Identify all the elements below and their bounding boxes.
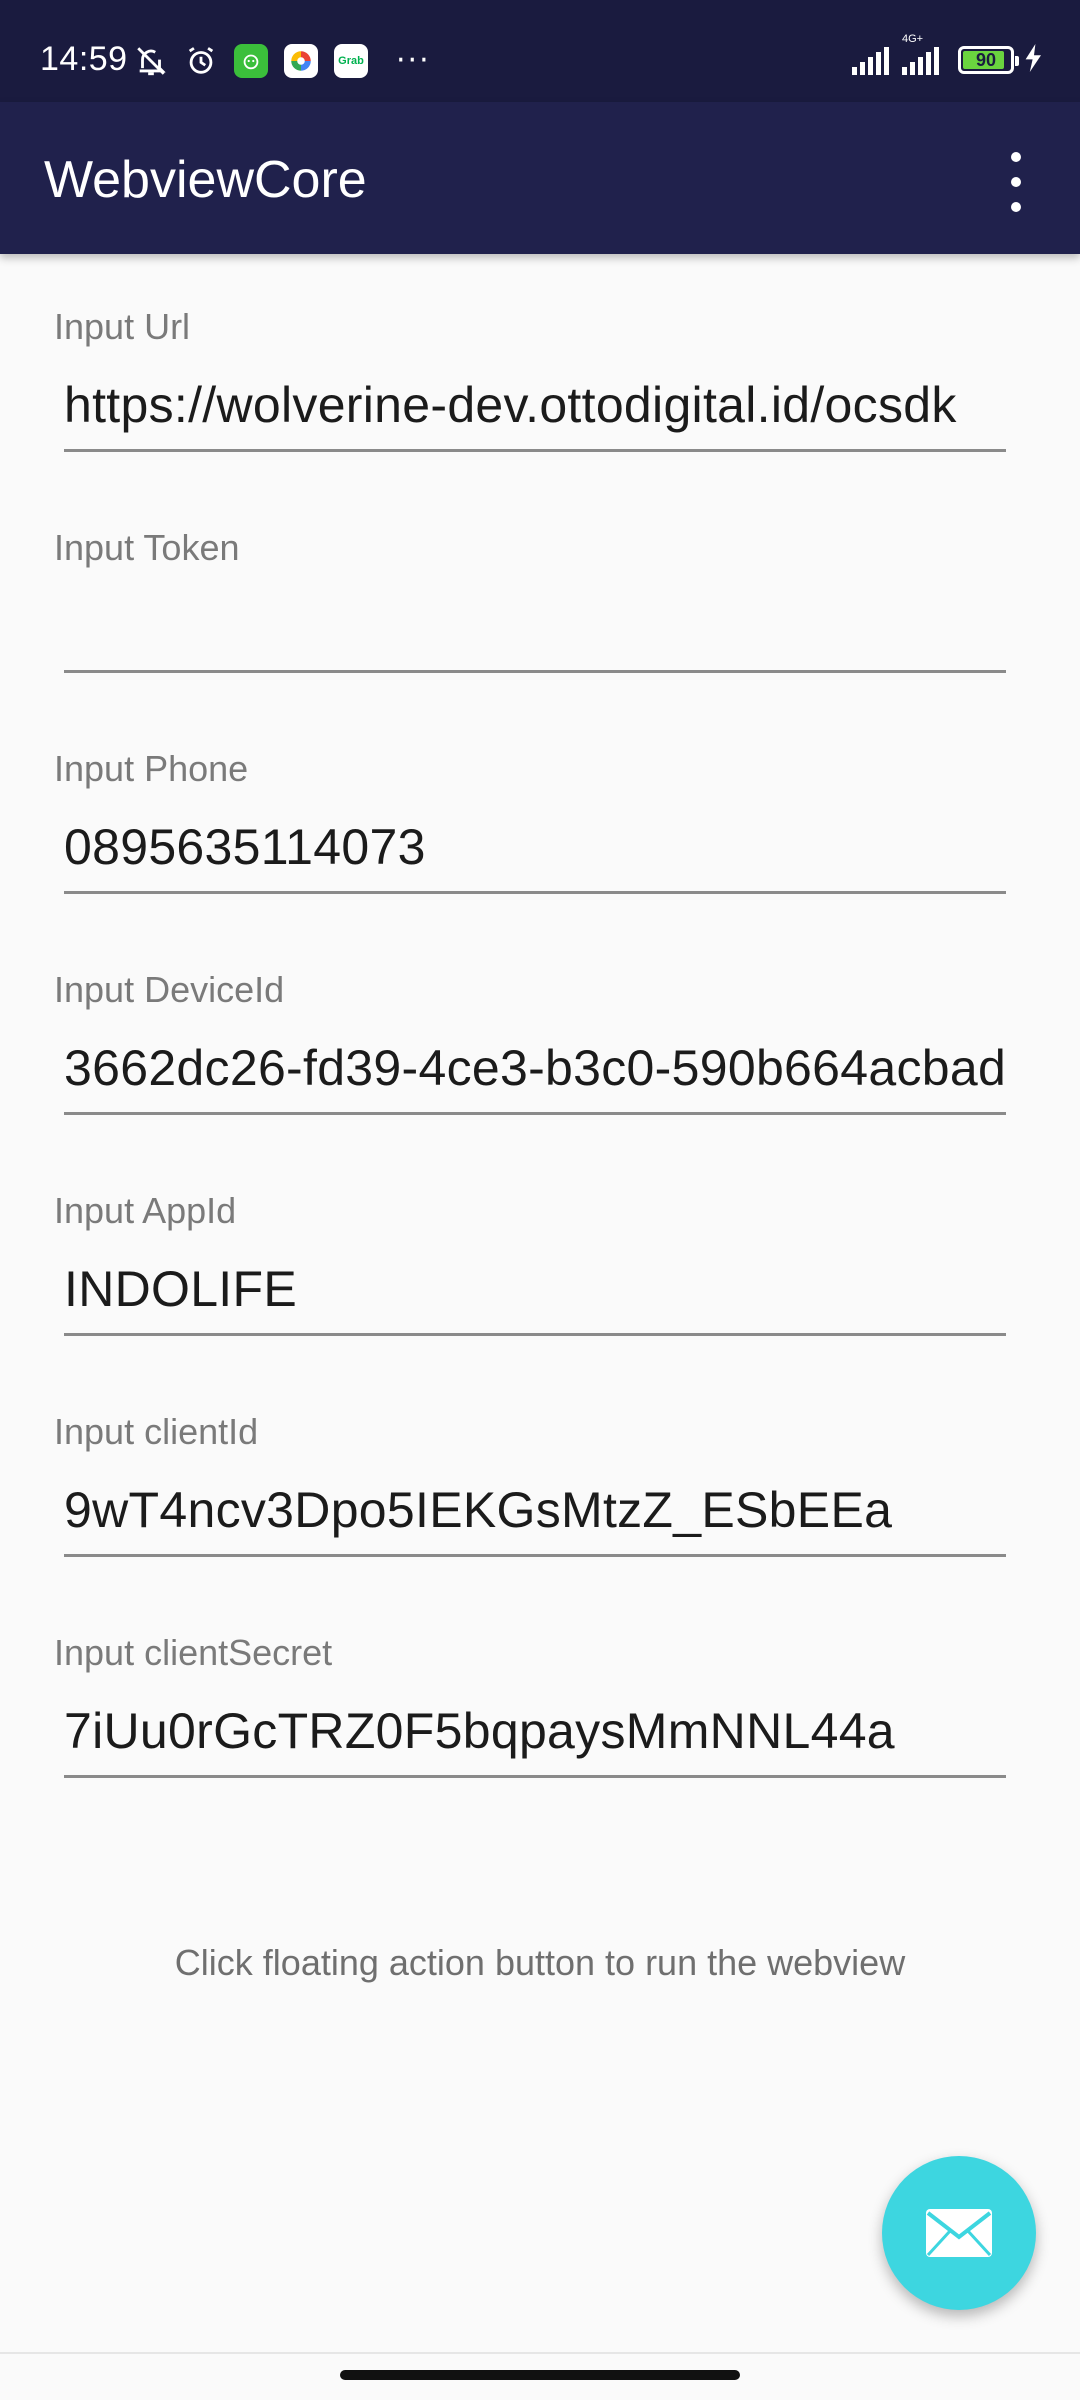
field-label: Input AppId — [54, 1190, 237, 1231]
signal-icon — [852, 45, 892, 75]
client-id-input[interactable] — [64, 1477, 1006, 1557]
field-phone: Input Phone — [54, 696, 1006, 916]
nav-divider — [0, 2352, 1080, 2354]
app-bar: WebviewCore — [0, 102, 1080, 254]
field-app-id: Input AppId — [54, 1138, 1006, 1358]
app-icon-colorful — [282, 42, 320, 80]
field-label: Input Url — [54, 306, 191, 347]
grab-badge-text: Grab — [334, 44, 368, 78]
field-client-secret: Input clientSecret — [54, 1580, 1006, 1800]
app-id-input[interactable] — [64, 1256, 1006, 1336]
client-secret-input[interactable] — [64, 1698, 1006, 1778]
battery-level-text: 90 — [975, 49, 997, 70]
device-id-input[interactable] — [64, 1035, 1006, 1115]
field-device-id: Input DeviceId — [54, 917, 1006, 1137]
hint-text: Click floating action button to run the … — [174, 1942, 906, 1983]
status-system-icons: 4G+ 90 — [852, 33, 1044, 76]
app-icon-green — [232, 42, 270, 80]
signal-4g-icon: 4G+ — [902, 33, 942, 75]
field-client-id: Input clientId — [54, 1359, 1006, 1579]
alarm-icon — [182, 42, 220, 80]
more-vert-icon[interactable] — [996, 152, 1036, 212]
token-input[interactable] — [64, 593, 1006, 673]
field-label: Input Phone — [54, 748, 249, 789]
field-url: Input Url — [54, 254, 1006, 474]
screen: 14:59 Grab ··· 4G+ 90 WebviewCore Input … — [0, 0, 1080, 2400]
home-indicator[interactable] — [340, 2370, 740, 2380]
status-bar: 14:59 Grab ··· 4G+ 90 — [0, 0, 1080, 102]
field-label: Input Token — [54, 527, 240, 568]
charging-icon — [1024, 44, 1044, 76]
status-time: 14:59 — [40, 40, 128, 78]
battery-icon: 90 — [958, 46, 1019, 74]
status-notification-icons: Grab ··· — [132, 42, 431, 80]
phone-input[interactable] — [64, 814, 1006, 894]
field-label: Input DeviceId — [54, 969, 285, 1010]
grab-app-icon: Grab — [332, 42, 370, 80]
field-label: Input clientSecret — [54, 1632, 333, 1673]
bell-off-icon — [132, 42, 170, 80]
more-notifications-indicator: ··· — [396, 43, 431, 78]
field-token: Input Token — [54, 475, 1006, 695]
field-label: Input clientId — [54, 1411, 259, 1452]
network-type-label: 4G+ — [902, 33, 924, 45]
email-icon — [926, 2209, 992, 2257]
run-webview-fab[interactable] — [882, 2156, 1036, 2310]
url-input[interactable] — [64, 372, 1006, 452]
app-title: WebviewCore — [44, 151, 367, 209]
